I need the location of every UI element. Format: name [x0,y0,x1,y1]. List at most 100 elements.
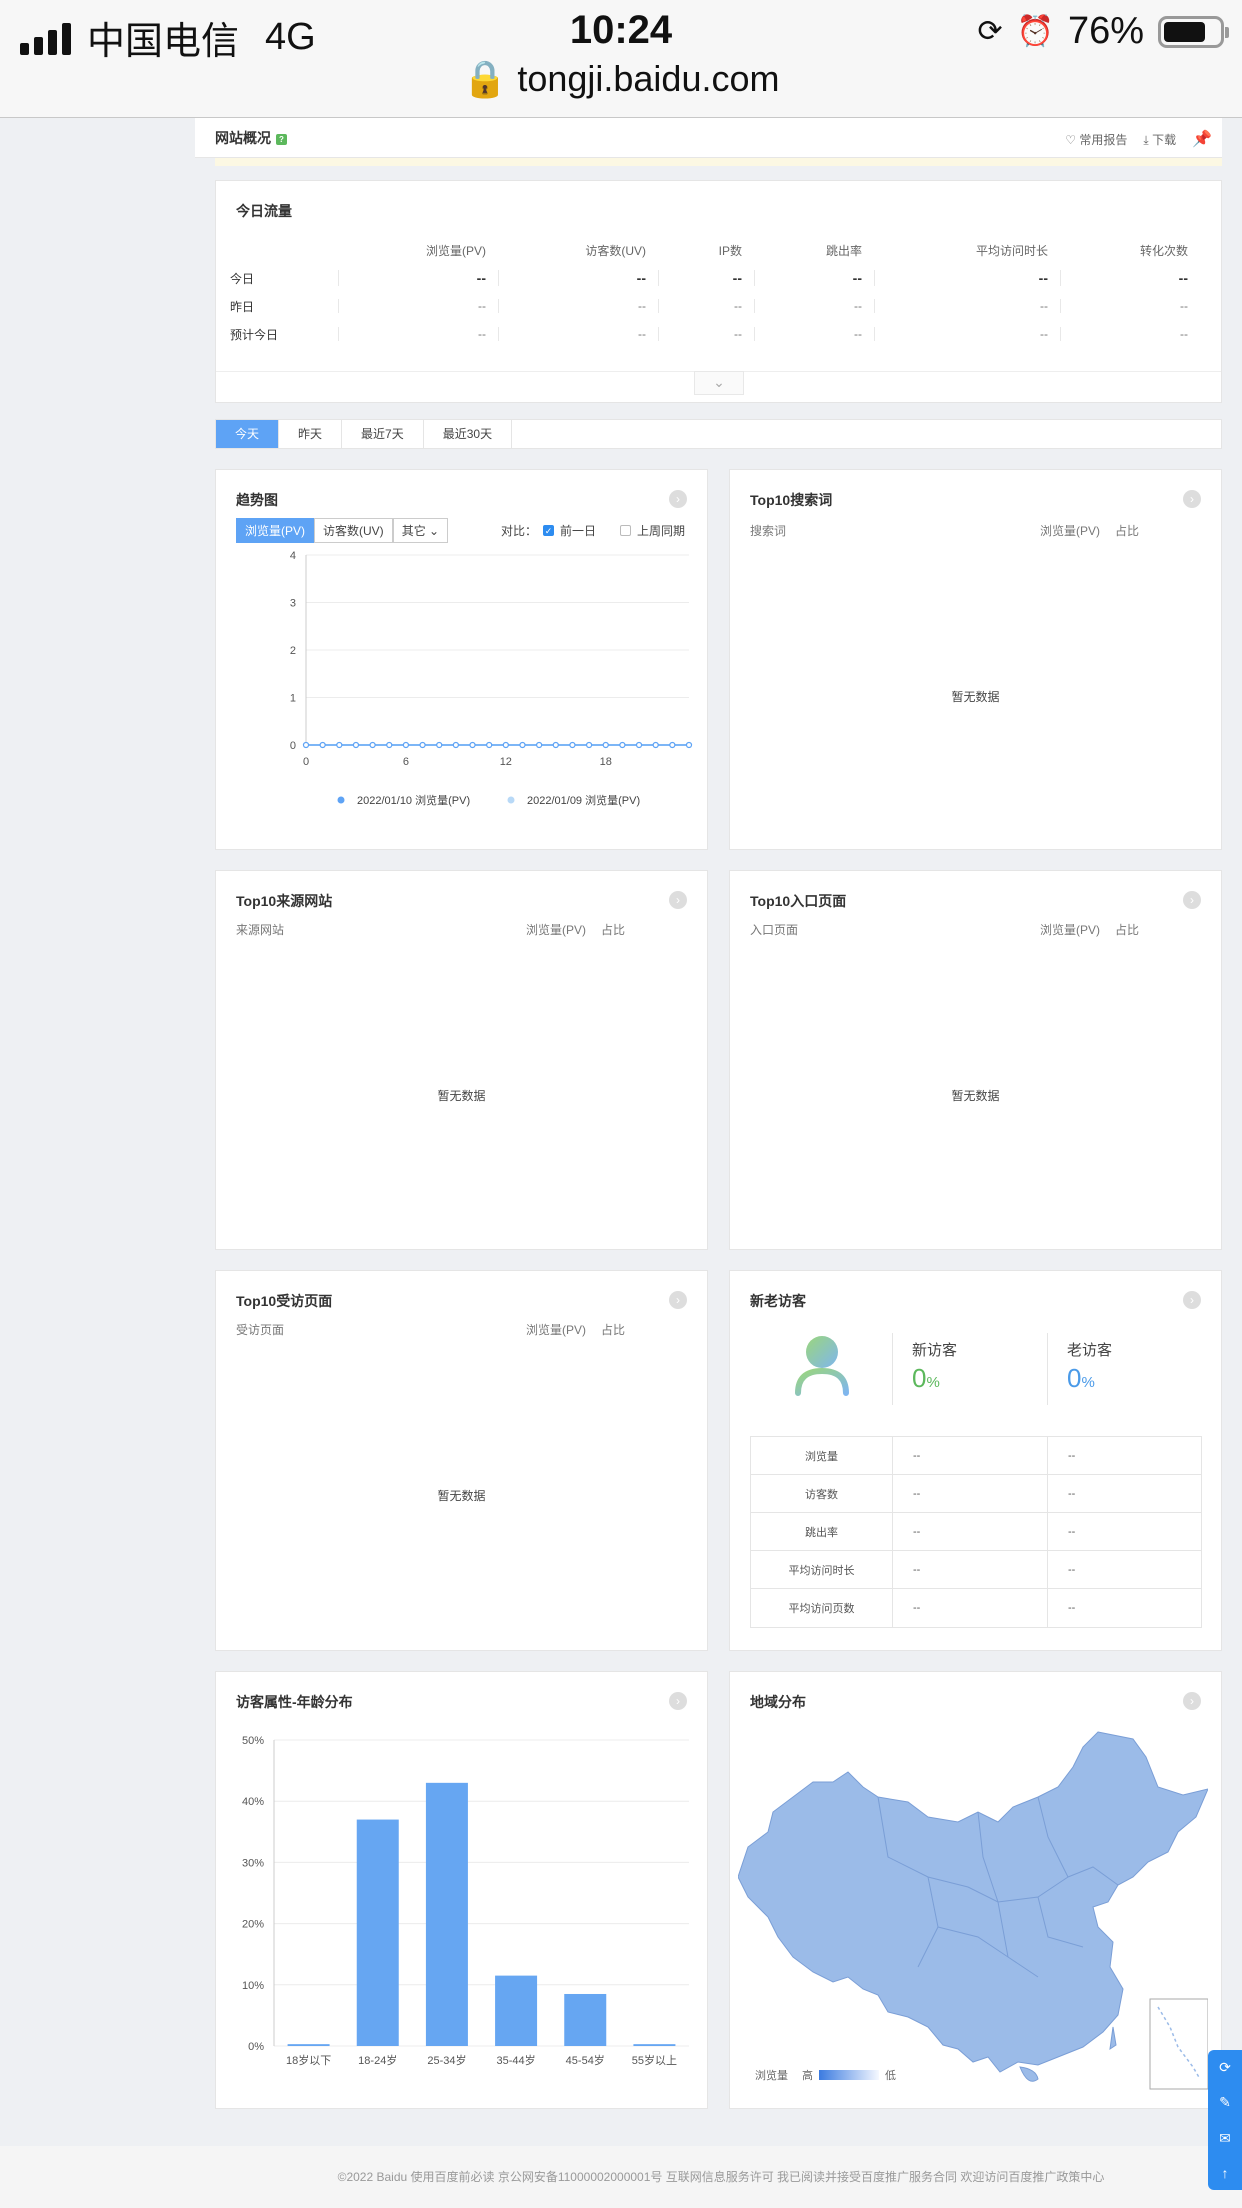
bar [425,1782,468,2046]
visitor-summary: 新访客 0% 老访客 0% [750,1333,1200,1423]
metric-tab-uv[interactable]: 访客数(UV) [314,518,393,543]
legend-low: 低 [885,2070,896,2082]
checkbox-last-week[interactable] [620,525,632,536]
card-title: 今日流量 [236,203,292,219]
data-point [552,741,559,749]
pin-icon[interactable]: 📌 [1192,129,1212,149]
top-entry-card: Top10入口页面 › 入口页面 浏览量(PV) 占比 暂无数据 [729,870,1222,1250]
status-right: ⟳ ⏰ 76% [977,10,1229,53]
help-icon[interactable]: › [669,891,687,909]
chevron-down-icon: ⌄ [429,524,440,538]
checkbox-prev-day[interactable]: ✓ [543,525,555,536]
compare-label: 对比： [501,524,538,538]
new-old-visitors-card: 新老访客 › 新访客 0% 老访客 0% 浏览量 -- -- 访客数 -- -- 跳出率… [729,1270,1222,1651]
tab-today[interactable]: 今天 [216,420,280,448]
metric-tabs: 浏览量(PV) 访客数(UV) 其它 ⌄ [236,518,449,543]
card-title: 访客属性-年龄分布 [236,1694,353,1710]
expand-chevron-icon[interactable]: ⌄ [694,371,744,395]
bar [356,1819,399,2046]
address-bar[interactable]: 🔒 tongji.baidu.com [0,58,1242,100]
notice-bar [215,158,1222,166]
data-point [502,741,509,749]
geo-distribution-card: 地域分布 › 浏览量 高 低 [729,1671,1222,2109]
left-sidebar [0,118,195,2146]
table-row: 平均访问时长 -- -- [751,1551,1201,1589]
data-point [352,741,360,749]
data-point [402,741,410,749]
tab-last-7-days[interactable]: 最近7天 [342,420,424,448]
new-visitor-label: 新访客 [912,1342,958,1359]
help-icon[interactable]: › [1183,1291,1201,1309]
chat-icon[interactable]: ✉ [1219,2130,1231,2147]
data-point [452,741,459,749]
x-tick-label: 0 [303,756,309,768]
map-legend: 浏览量 高 低 [755,2067,896,2083]
col-header: 转化次数 [1139,243,1188,258]
help-icon[interactable]: › [669,1692,687,1710]
table-row: 预计今日 -- -- -- -- -- -- [230,320,1200,348]
col-header: 入口页面 [750,923,799,937]
empty-state: 暂无数据 [951,690,1000,704]
tab-yesterday[interactable]: 昨天 [279,420,343,448]
data-point [569,741,576,749]
battery-icon [1158,15,1229,48]
data-point [486,741,493,749]
refresh-icon[interactable]: ⟳ [1219,2059,1231,2076]
bar [287,2044,330,2046]
lock-icon: 🔒 [462,58,508,99]
x-tick-label: 18岁以下 [286,2053,331,2067]
old-visitor-label: 老访客 [1067,1342,1113,1359]
x-tick-label: 45-54岁 [566,2053,605,2067]
help-icon[interactable]: › [669,490,687,508]
card-title: 趋势图 [236,492,278,508]
back-to-top-icon[interactable]: ↑ [1222,2165,1229,2181]
table-row: 跳出率 -- -- [751,1513,1201,1551]
bar [564,1993,607,2046]
tab-last-30-days[interactable]: 最近30天 [424,420,513,448]
visitor-compare-table: 浏览量 -- -- 访客数 -- -- 跳出率 -- -- 平均访问时长 -- -- 平均访问页… [750,1436,1202,1628]
legend-gradient [819,2070,879,2080]
col-header: 占比 [601,1323,626,1337]
data-point [369,741,376,749]
data-point [336,741,343,749]
date-range-tabs: 今天 昨天 最近7天 最近30天 [215,419,1222,449]
download-button[interactable]: ⤓ 下载 [1143,131,1176,148]
metric-select-other[interactable]: 其它 ⌄ [392,518,449,543]
battery-percent: 76% [1067,10,1144,52]
data-point [302,741,310,749]
col-header: 受访页面 [236,1323,285,1337]
legend-label: 2022/01/09 浏览量(PV) [527,793,640,807]
page-header: 网站概况? ♡ 常用报告 ⤓ 下载 📌 [195,118,1222,158]
legend-high: 高 [802,2070,813,2082]
x-tick-label: 18 [600,756,612,768]
china-map [738,1731,1208,2090]
help-icon[interactable]: › [1183,490,1201,508]
favorite-report-button[interactable]: ♡ 常用报告 [1065,131,1127,148]
data-point [669,741,676,749]
data-point [319,741,326,749]
x-tick-label: 18-24岁 [358,2053,397,2067]
y-tick-label: 0 [290,740,296,752]
help-icon[interactable]: › [669,1291,687,1309]
data-point [635,741,643,749]
rotation-lock-icon: ⟳ [977,15,1003,48]
data-point [602,741,609,749]
empty-state: 暂无数据 [437,1489,486,1503]
help-badge[interactable]: ? [276,133,287,145]
table-row: 昨日 -- -- -- -- -- -- [230,292,1200,320]
x-tick-label: 35-44岁 [497,2053,536,2067]
metric-tab-pv[interactable]: 浏览量(PV) [236,518,315,543]
data-point [619,741,626,749]
help-icon[interactable]: › [1183,1692,1201,1710]
visitor-avatar-icon [795,1336,849,1396]
card-title: Top10搜索词 [750,492,833,508]
table-row: 访客数 -- -- [751,1475,1201,1513]
legend-label: 2022/01/10 浏览量(PV) [357,793,470,807]
y-tick-label: 4 [290,550,296,562]
help-icon[interactable]: › [1183,891,1201,909]
top-visited-card: Top10受访页面 › 受访页面 浏览量(PV) 占比 暂无数据 [215,1270,708,1651]
legend-marker [507,796,515,804]
x-tick-label: 6 [403,756,409,768]
y-tick-label: 1 [290,693,296,705]
edit-icon[interactable]: ✎ [1219,2094,1231,2111]
